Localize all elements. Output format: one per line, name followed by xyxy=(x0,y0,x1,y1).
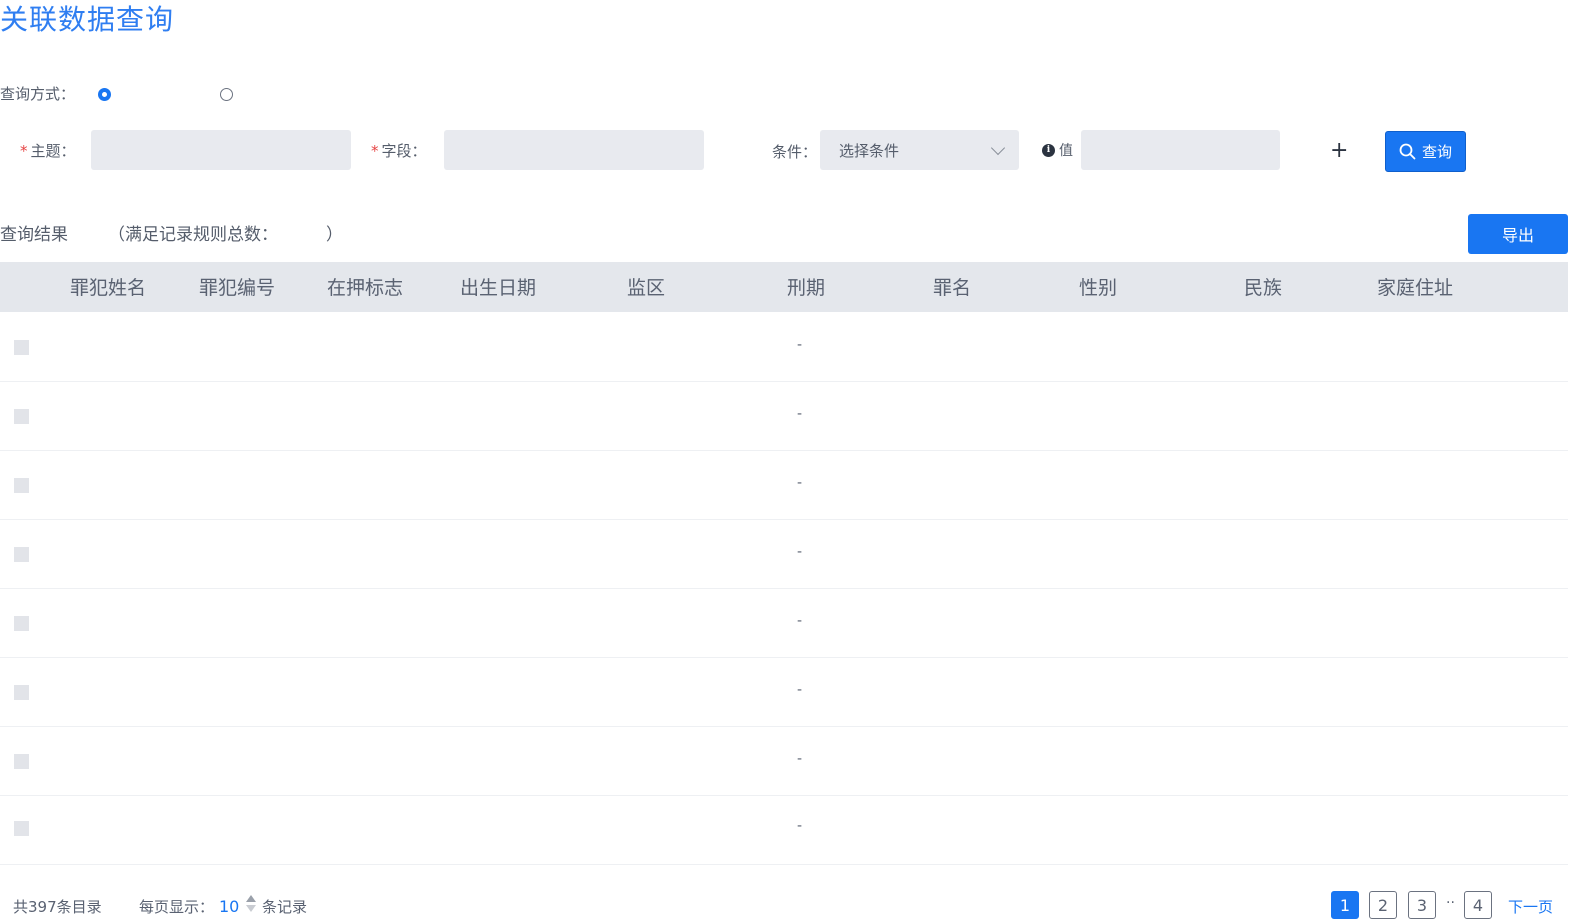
table-row: - xyxy=(0,589,1568,658)
table-row: - xyxy=(0,382,1568,451)
table-row: - xyxy=(0,313,1568,382)
results-title: 查询结果 xyxy=(0,225,68,245)
row-sentence: - xyxy=(797,544,803,560)
table-row: - xyxy=(0,727,1568,796)
column-header: 出生日期 xyxy=(460,277,537,299)
row-sentence: - xyxy=(797,406,803,422)
condition-label: 条件： xyxy=(772,143,818,161)
value-label: 值 xyxy=(1059,143,1073,159)
row-checkbox[interactable] xyxy=(14,685,29,700)
row-checkbox[interactable] xyxy=(14,340,29,355)
column-header: 监区 xyxy=(627,277,666,299)
column-header: 民族 xyxy=(1244,277,1283,299)
row-sentence: - xyxy=(797,818,803,834)
info-icon: i xyxy=(1042,144,1055,157)
page-title: 关联数据查询 xyxy=(0,3,175,36)
page-2-button[interactable]: 2 xyxy=(1369,891,1397,919)
plus-icon[interactable]: + xyxy=(1330,140,1348,162)
table-row: - xyxy=(0,658,1568,727)
row-checkbox[interactable] xyxy=(14,754,29,769)
subject-label: * 主题： xyxy=(20,142,76,160)
row-checkbox[interactable] xyxy=(14,616,29,631)
total-records: 共397条目录 xyxy=(13,898,102,916)
row-checkbox[interactable] xyxy=(14,547,29,562)
field-label: * 字段： xyxy=(371,142,427,160)
value-input[interactable] xyxy=(1081,130,1280,170)
next-page-link[interactable]: 下一页 xyxy=(1508,897,1553,917)
column-header: 性别 xyxy=(1079,277,1118,299)
per-page-label: 每页显示： xyxy=(139,898,215,916)
page-3-button[interactable]: 3 xyxy=(1408,891,1436,919)
search-icon xyxy=(1399,143,1416,160)
sort-arrows-icon[interactable] xyxy=(246,895,256,912)
column-header: 罪犯姓名 xyxy=(70,277,147,299)
records-label: 条记录 xyxy=(262,898,308,916)
query-mode-label: 查询方式： xyxy=(0,85,76,103)
column-header: 刑期 xyxy=(787,277,826,299)
row-sentence: - xyxy=(797,682,803,698)
row-sentence: - xyxy=(797,475,803,491)
row-sentence: - xyxy=(797,613,803,629)
page-4-button[interactable]: 4 xyxy=(1464,891,1492,919)
table-row: - xyxy=(0,451,1568,520)
query-button[interactable]: 查询 xyxy=(1385,131,1466,172)
page-ellipsis: ·· xyxy=(1446,895,1455,911)
query-button-label: 查询 xyxy=(1421,143,1452,161)
row-checkbox[interactable] xyxy=(14,478,29,493)
row-checkbox[interactable] xyxy=(14,821,29,836)
chevron-down-icon xyxy=(990,140,1006,156)
column-header: 罪名 xyxy=(933,277,972,299)
column-header: 家庭住址 xyxy=(1377,277,1454,299)
page-1-button[interactable]: 1 xyxy=(1331,891,1359,919)
query-mode-radio-1[interactable] xyxy=(98,88,111,101)
results-count-close: ） xyxy=(326,225,343,245)
row-checkbox[interactable] xyxy=(14,409,29,424)
field-input[interactable] xyxy=(444,130,704,170)
results-count-label: （满足记录规则总数： xyxy=(108,225,278,245)
row-sentence: - xyxy=(797,751,803,767)
condition-select-value: 选择条件 xyxy=(839,142,900,160)
column-header: 罪犯编号 xyxy=(199,277,276,299)
export-button[interactable]: 导出 xyxy=(1468,214,1568,254)
table-row: - xyxy=(0,520,1568,589)
subject-input[interactable] xyxy=(91,130,351,170)
row-sentence: - xyxy=(797,337,803,353)
column-header: 在押标志 xyxy=(327,277,404,299)
query-mode-radio-2[interactable] xyxy=(220,88,233,101)
table-row: - xyxy=(0,796,1568,865)
condition-select[interactable]: 选择条件 xyxy=(820,130,1019,170)
per-page-value[interactable]: 10 xyxy=(219,897,239,917)
